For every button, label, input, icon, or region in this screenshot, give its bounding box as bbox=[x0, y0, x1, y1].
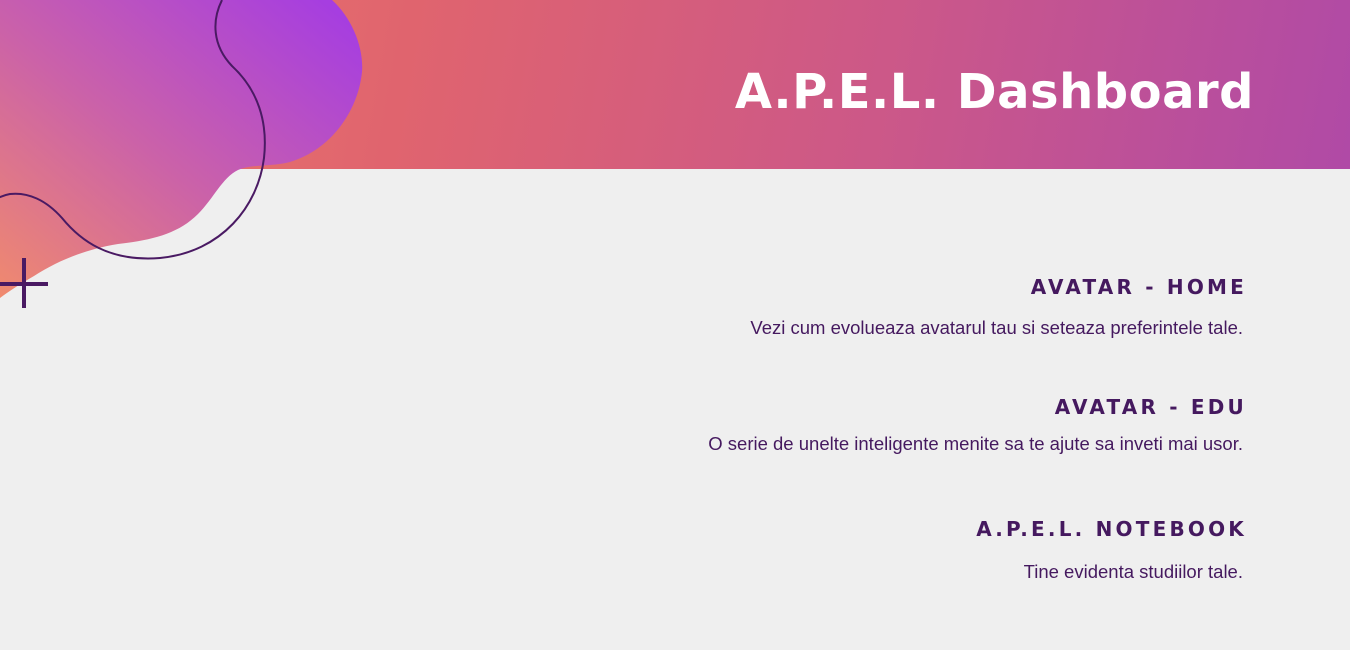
menu-item-description: O serie de unelte inteligente menite sa … bbox=[708, 433, 1243, 454]
menu-item-title[interactable]: AVATAR - EDU bbox=[545, 395, 1247, 419]
dashboard-page: A.P.E.L. Dashboard AVATAR - HOME Vezi cu… bbox=[0, 0, 1350, 650]
decorative-blob-graphic bbox=[0, 0, 363, 308]
menu-item-avatar-home[interactable]: AVATAR - HOME Vezi cum evolueaza avataru… bbox=[545, 275, 1245, 339]
menu-item-title[interactable]: AVATAR - HOME bbox=[545, 275, 1247, 299]
menu-item-title[interactable]: A.P.E.L. NOTEBOOK bbox=[545, 517, 1247, 541]
menu-item-apel-notebook[interactable]: A.P.E.L. NOTEBOOK Tine evidenta studiilo… bbox=[545, 517, 1245, 583]
menu-item-description: Tine evidenta studiilor tale. bbox=[1023, 561, 1243, 582]
menu-item-avatar-edu[interactable]: AVATAR - EDU O serie de unelte inteligen… bbox=[545, 395, 1245, 455]
page-title: A.P.E.L. Dashboard bbox=[734, 64, 1254, 120]
menu-item-description: Vezi cum evolueaza avatarul tau si setea… bbox=[750, 317, 1243, 338]
